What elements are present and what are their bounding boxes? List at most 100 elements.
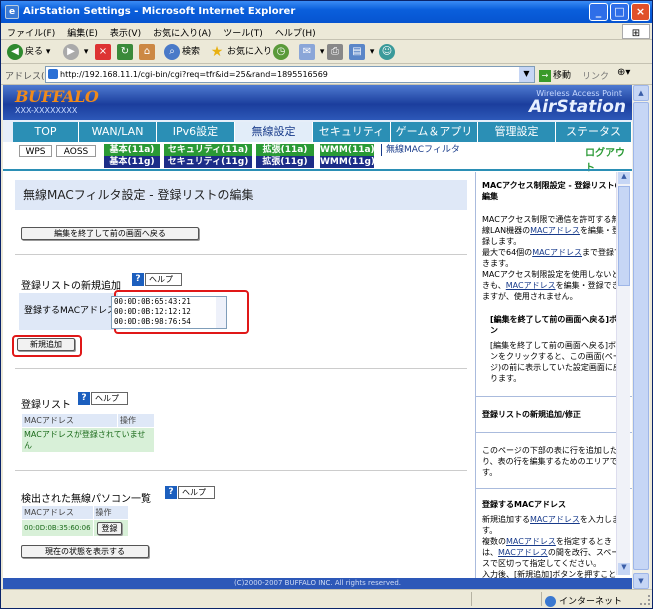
scroll-thumb[interactable] [618, 186, 630, 286]
menu-file[interactable]: ファイル(F) [1, 23, 61, 39]
show-status-button[interactable]: 現在の状態を表示する [21, 545, 149, 558]
main-panel: 無線MACフィルタ設定 - 登録リストの編集 編集を終了して前の画面へ戻る 登録… [12, 172, 472, 589]
scroll-thumb[interactable] [633, 102, 649, 570]
subnav-basic-11a[interactable]: 基本(11a) [104, 144, 160, 156]
subnav-aoss[interactable]: AOSS [56, 145, 96, 157]
mac-address-link[interactable]: MACアドレス [506, 537, 556, 546]
side-divider [476, 432, 632, 433]
messenger-icon: ☺ [379, 43, 395, 60]
subnav-ext-11a[interactable]: 拡張(11a) [256, 144, 314, 156]
subnav-security-11g[interactable]: セキュリティ(11g) [164, 156, 252, 168]
mac-address-link[interactable]: MACアドレス [532, 248, 582, 257]
minimize-button[interactable]: _ [589, 3, 608, 21]
divider [15, 368, 467, 369]
menu-help[interactable]: ヘルプ(H) [269, 23, 322, 39]
side-text: 最大で64個の [482, 248, 533, 257]
menu-view[interactable]: 表示(V) [104, 23, 147, 39]
page-scrollbar[interactable]: ▲ ▼ [632, 85, 650, 589]
page-icon [48, 69, 58, 79]
menu-edit[interactable]: 編集(E) [61, 23, 104, 39]
subnav-basic-11g[interactable]: 基本(11g) [104, 156, 160, 168]
mail-icon: ✉ [299, 43, 315, 60]
side-paragraph: MACアクセス制限設定を使用しないときも、MACアドレスを編集・登録できますが、… [482, 269, 626, 302]
tools-extra-icon[interactable]: ⊕▾ [617, 67, 630, 78]
mac-address-link[interactable]: MACアドレス [530, 515, 580, 524]
edit-button[interactable]: ▤ ▾ [349, 43, 374, 61]
mac-address-textarea[interactable]: 00:0D:0B:65:43:21 00:0D:0B:12:12:12 00:0… [111, 296, 227, 329]
tab-wireless[interactable]: 無線設定 [235, 122, 313, 142]
links-button[interactable]: リンク [582, 69, 609, 82]
maximize-button[interactable]: □ [610, 3, 629, 21]
mac-address-link[interactable]: MACアドレス [498, 548, 548, 557]
mail-button[interactable]: ✉ ▾ [299, 43, 324, 61]
search-button[interactable]: ⌕ 検索 [164, 43, 200, 61]
refresh-button[interactable]: ↻ [117, 43, 135, 61]
side-divider [476, 488, 632, 489]
subnav-mac-filter[interactable]: 無線MACフィルタ [381, 144, 471, 156]
forward-arrow-icon: ▶ [63, 43, 79, 60]
go-button[interactable]: → 移動 [539, 68, 571, 82]
subnav-security-11a[interactable]: セキュリティ(11a) [164, 144, 252, 156]
side-paragraph: 複数のMACアドレスを指定するときは、MACアドレスの間を改行、スペースで区切っ… [482, 536, 626, 569]
menu-tools[interactable]: ツール(T) [217, 23, 269, 39]
close-button[interactable]: × [631, 3, 650, 21]
help-label: ヘルプ [145, 273, 182, 286]
print-button[interactable]: ⎙ [327, 43, 345, 61]
back-button[interactable]: ◀ 戻る ▾ [7, 43, 50, 61]
tab-wan-lan[interactable]: WAN/LAN [79, 122, 157, 142]
mac-field-label: 登録するMACアドレス [19, 293, 118, 330]
home-button[interactable]: ⌂ [139, 43, 157, 61]
resize-grip-icon[interactable] [640, 595, 650, 605]
star-icon: ★ [210, 43, 224, 60]
stop-button[interactable]: × [95, 43, 113, 61]
scroll-down-arrow-icon[interactable]: ▼ [633, 573, 649, 589]
help-label: ヘルプ [91, 392, 128, 405]
scroll-up-arrow-icon[interactable]: ▲ [618, 172, 630, 184]
tab-top[interactable]: TOP [13, 122, 79, 142]
register-button[interactable]: 登録 [97, 522, 122, 535]
column-header: 操作 [117, 413, 155, 428]
subnav-wps[interactable]: WPS [19, 145, 52, 157]
subnav-wmm-11a[interactable]: WMM(11a) [320, 144, 375, 156]
zone-label: インターネット [559, 597, 623, 607]
textarea-scrollbar[interactable] [216, 297, 226, 328]
tab-game-app[interactable]: ゲーム＆アプリ [391, 122, 478, 142]
tab-security[interactable]: セキュリティ [313, 122, 391, 142]
title-bar[interactable]: e AirStation Settings - Microsoft Intern… [1, 1, 652, 23]
address-dropdown-icon[interactable]: ▼ [519, 67, 534, 82]
side-heading: [編集を終了して前の画面へ戻る]ボタン [490, 315, 626, 335]
stop-icon: × [95, 43, 111, 60]
side-paragraph: 最大で64個のMACアドレスまで登録できます。 [482, 247, 626, 269]
detected-section-title: 検出された無線パソコン一覧 [21, 494, 151, 505]
help-question-icon: ? [132, 273, 144, 286]
tab-admin[interactable]: 管理設定 [478, 122, 556, 142]
favorites-label: お気に入り [227, 47, 273, 57]
favorites-button[interactable]: ★ お気に入り [209, 43, 272, 61]
back-arrow-icon: ◀ [7, 43, 23, 60]
list-section-title: 登録リスト [21, 400, 71, 411]
list-help-button[interactable]: ? ヘルプ [78, 392, 130, 405]
tab-ipv6[interactable]: IPv6設定 [157, 122, 235, 142]
address-input[interactable]: http://192.168.11.1/cgi-bin/cgi?req=tfr&… [45, 66, 535, 83]
sidebar-scrollbar[interactable]: ▲ ▼ [616, 172, 630, 575]
history-button[interactable]: ◷ [273, 43, 291, 61]
mac-address-link[interactable]: MACアドレス [530, 226, 580, 235]
add-help-button[interactable]: ? ヘルプ [132, 273, 184, 286]
messenger-button[interactable]: ☺ [379, 43, 397, 61]
address-bar: アドレス(D) http://192.168.11.1/cgi-bin/cgi?… [1, 64, 652, 85]
add-new-button[interactable]: 新規追加 [17, 338, 75, 351]
column-header: MACアドレス [21, 505, 94, 520]
subnav-ext-11g[interactable]: 拡張(11g) [256, 156, 314, 168]
page-content: BUFFALO XXX-XXXXXXXX Wireless Access Poi… [3, 85, 632, 589]
scroll-up-arrow-icon[interactable]: ▲ [633, 85, 649, 101]
back-to-previous-button[interactable]: 編集を終了して前の画面へ戻る [21, 227, 199, 240]
mac-address-link[interactable]: MACアドレス [506, 281, 556, 290]
detected-help-button[interactable]: ? ヘルプ [165, 486, 217, 499]
tab-status[interactable]: ステータス [556, 122, 632, 142]
subnav-wmm-11g[interactable]: WMM(11g) [320, 156, 375, 168]
scroll-down-arrow-icon[interactable]: ▼ [618, 563, 630, 575]
home-icon: ⌂ [139, 43, 155, 60]
forward-button[interactable]: ▶ ▾ [63, 43, 88, 61]
menu-favorites[interactable]: お気に入り(A) [147, 23, 217, 39]
mac-line: 00:0D:0B:12:12:12 [114, 307, 191, 316]
